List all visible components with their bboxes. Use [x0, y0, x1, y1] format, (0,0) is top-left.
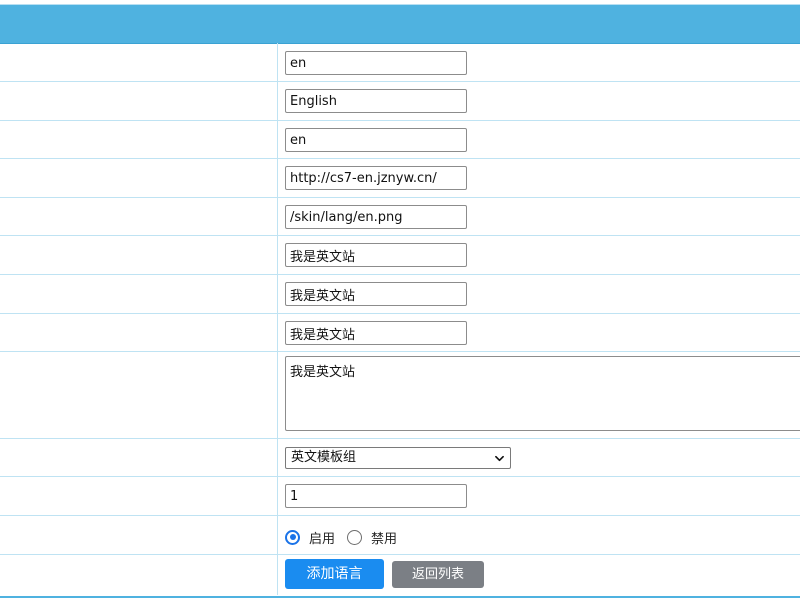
form-label-cell	[0, 236, 278, 274]
form-value-cell	[279, 43, 800, 81]
domain-input[interactable]	[285, 166, 467, 190]
status-enabled-radio[interactable]	[285, 529, 300, 545]
form-row-status: 启用 禁用	[0, 516, 800, 555]
status-disabled-radio[interactable]	[347, 529, 363, 545]
form-label-cell	[0, 352, 278, 438]
table-header-bar	[0, 4, 800, 44]
table-bottom-border	[0, 596, 800, 598]
site-title-input[interactable]	[285, 243, 467, 267]
status-enabled-label[interactable]: 启用	[309, 528, 335, 547]
form-value-cell: 英文模板组	[279, 439, 800, 476]
form-value-cell	[279, 314, 800, 351]
site-name-input[interactable]	[285, 282, 467, 306]
form-value-cell: 添加语言 返回列表	[279, 555, 800, 595]
form-row-keywords	[0, 314, 800, 352]
form-label-cell	[0, 82, 278, 120]
form-label-cell	[0, 477, 278, 515]
language-add-page: 我是英文站 英文模板组	[0, 0, 800, 600]
form-row-template: 英文模板组	[0, 439, 800, 477]
language-code-input[interactable]	[285, 128, 467, 152]
form-row-sort	[0, 477, 800, 516]
template-group-selected-value: 英文模板组	[291, 450, 357, 465]
form-value-cell: 我是英文站	[279, 352, 800, 438]
sort-order-input[interactable]	[285, 484, 467, 508]
form-row-site-name	[0, 275, 800, 314]
form-value-cell	[279, 121, 800, 158]
icon-path-input[interactable]	[285, 205, 467, 229]
form-row-site-title	[0, 236, 800, 275]
back-to-list-button[interactable]: 返回列表	[392, 561, 484, 588]
form-row-code	[0, 121, 800, 159]
form-label-cell	[0, 43, 278, 81]
form-value-cell: 启用 禁用	[279, 516, 800, 554]
status-radio-group: 启用 禁用	[285, 527, 409, 547]
chevron-down-icon	[495, 455, 504, 462]
form-row-mark	[0, 43, 800, 82]
template-group-select[interactable]: 英文模板组	[285, 447, 511, 469]
form-value-cell	[279, 236, 800, 274]
form-label-cell	[0, 121, 278, 158]
form-row-icon	[0, 198, 800, 236]
form-value-cell	[279, 159, 800, 197]
status-disabled-label[interactable]: 禁用	[371, 528, 397, 547]
form-row-domain	[0, 159, 800, 198]
form-value-cell	[279, 477, 800, 515]
form-label-cell	[0, 439, 278, 476]
form-row-name	[0, 82, 800, 121]
add-language-button[interactable]: 添加语言	[285, 559, 384, 589]
description-textarea[interactable]: 我是英文站	[285, 356, 800, 431]
form-value-cell	[279, 275, 800, 313]
form-label-cell	[0, 159, 278, 197]
language-name-input[interactable]	[285, 89, 467, 113]
keywords-input[interactable]	[285, 321, 467, 345]
form-label-cell	[0, 516, 278, 554]
form-value-cell	[279, 82, 800, 120]
form-label-cell	[0, 555, 278, 595]
form-row-description: 我是英文站	[0, 352, 800, 439]
form-label-cell	[0, 275, 278, 313]
language-mark-input[interactable]	[285, 51, 467, 75]
form-label-cell	[0, 198, 278, 235]
language-form: 我是英文站 英文模板组	[0, 43, 800, 595]
form-row-actions: 添加语言 返回列表	[0, 555, 800, 595]
form-label-cell	[0, 314, 278, 351]
form-value-cell	[279, 198, 800, 235]
